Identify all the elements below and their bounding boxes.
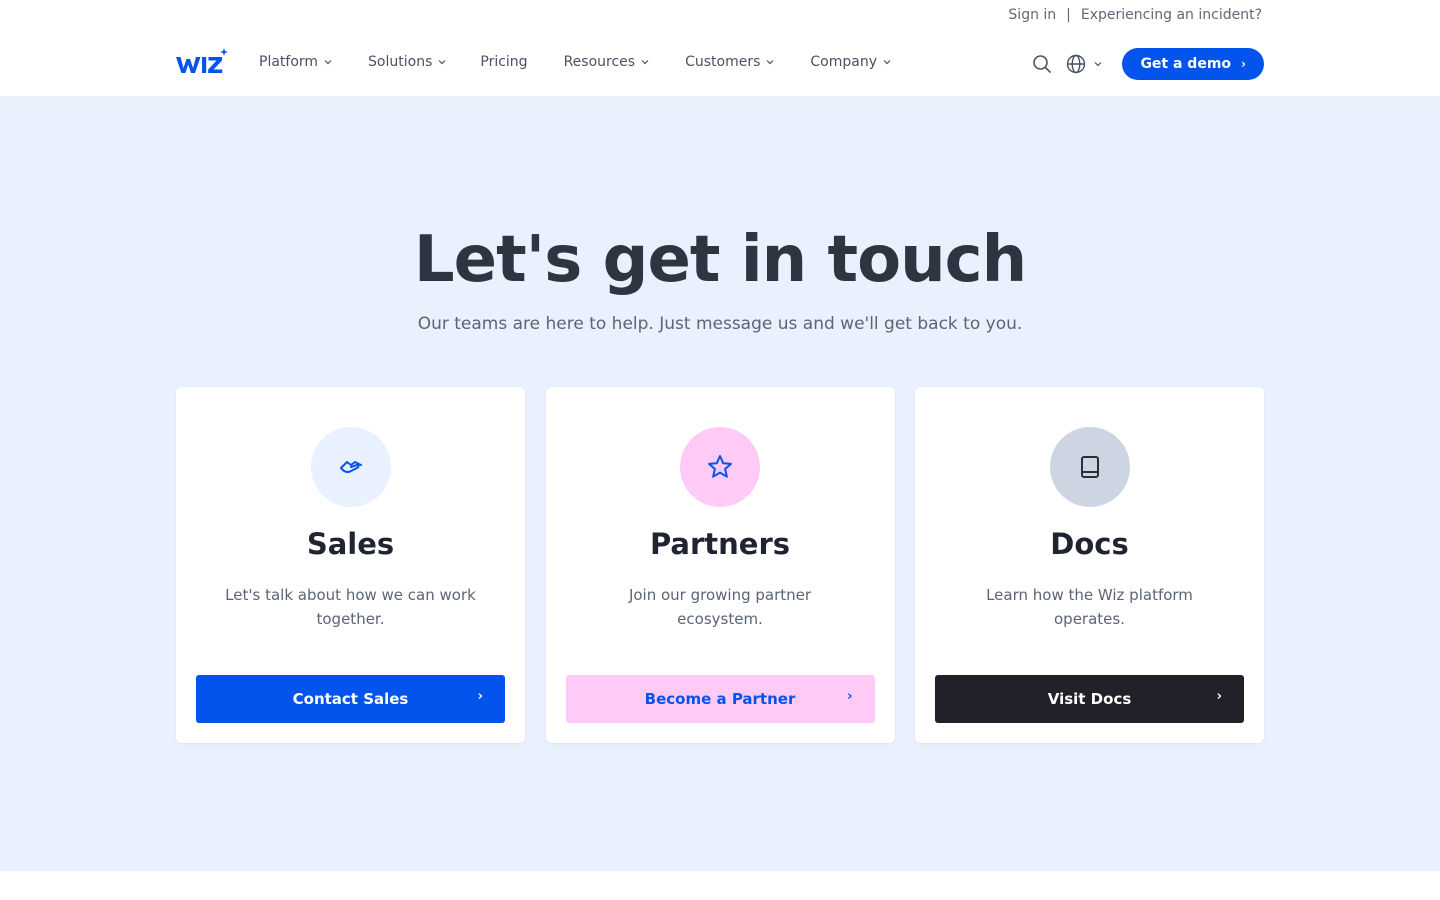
sales-card: Sales Let's talk about how we can work t…: [176, 387, 525, 743]
chevron-right-icon: ›: [477, 689, 483, 704]
chevron-down-icon: [1095, 62, 1102, 67]
card-title: Partners: [649, 527, 791, 561]
nav-item-label: Resources: [563, 54, 636, 70]
card-title: Sales: [306, 527, 395, 561]
chevron-down-icon: [641, 60, 649, 65]
get-demo-button[interactable]: Get a demo ›: [1122, 48, 1264, 80]
nav-item-label: Platform: [259, 54, 319, 70]
chevron-down-icon: [324, 60, 332, 65]
nav-item-label: Company: [810, 54, 877, 70]
partners-icon-badge: [680, 427, 760, 507]
get-demo-label: Get a demo: [1140, 56, 1232, 72]
star-icon: [708, 455, 732, 478]
nav-item-label: Customers: [685, 54, 761, 70]
primary-nav: Platform Solutions Pricing Resources Cus…: [259, 54, 891, 70]
card-title: Docs: [1050, 527, 1129, 561]
card-description: Join our growing partner ecosystem.: [628, 586, 812, 628]
chevron-right-icon: ›: [847, 689, 853, 704]
visit-docs-label: Visit Docs: [1047, 690, 1132, 708]
become-partner-label: Become a Partner: [644, 690, 796, 708]
chevron-down-icon: [438, 60, 446, 65]
nav-item-platform[interactable]: Platform: [259, 54, 332, 70]
search-icon: [1033, 55, 1052, 73]
contact-cards: Sales Let's talk about how we can work t…: [176, 387, 1264, 743]
chevron-down-icon: [883, 60, 891, 65]
chevron-down-icon: [766, 60, 774, 65]
contact-hero: Let's get in touch Our teams are here to…: [0, 97, 1440, 871]
card-description: Learn how the Wiz platform operates.: [986, 586, 1193, 628]
nav-item-label: Pricing: [480, 54, 528, 70]
globe-icon: [1067, 54, 1086, 74]
utility-bar: Sign in | Experiencing an incident?: [0, 0, 1440, 32]
page-title: Let's get in touch: [413, 223, 1027, 297]
contact-sales-label: Contact Sales: [292, 690, 409, 708]
search-button[interactable]: [1030, 52, 1054, 76]
nav-item-resources[interactable]: Resources: [564, 54, 650, 70]
chevron-right-icon: ›: [1241, 57, 1246, 71]
docs-card: Docs Learn how the Wiz platform operates…: [915, 387, 1264, 743]
chevron-right-icon: ›: [1216, 689, 1222, 704]
contact-sales-button[interactable]: Contact Sales ›: [196, 675, 505, 723]
sign-in-link[interactable]: Sign in: [1008, 7, 1056, 23]
partners-card: Partners Join our growing partner ecosys…: [545, 387, 895, 743]
nav-item-company[interactable]: Company: [810, 54, 891, 70]
card-description: Let's talk about how we can work togethe…: [225, 586, 476, 628]
visit-docs-button[interactable]: Visit Docs ›: [935, 675, 1244, 723]
nav-item-pricing[interactable]: Pricing: [480, 54, 527, 70]
handshake-icon: [339, 461, 362, 473]
docs-icon-badge: [1049, 427, 1130, 507]
utility-links: Sign in | Experiencing an incident?: [1008, 7, 1262, 23]
main-nav: Platform Solutions Pricing Resources Cus…: [0, 32, 1440, 97]
nav-item-label: Solutions: [368, 54, 433, 70]
language-selector[interactable]: [1066, 54, 1102, 74]
wiz-logo[interactable]: [176, 48, 228, 76]
wiz-logo-mark: [176, 48, 228, 73]
nav-item-customers[interactable]: Customers: [685, 54, 774, 70]
become-partner-button[interactable]: Become a Partner ›: [565, 675, 875, 723]
book-icon: [1080, 456, 1099, 478]
nav-item-solutions[interactable]: Solutions: [368, 54, 446, 70]
utility-separator: |: [1066, 7, 1071, 23]
sales-icon-badge: [310, 427, 391, 507]
incident-link[interactable]: Experiencing an incident?: [1081, 7, 1262, 23]
nav-actions: Get a demo ›: [1030, 48, 1264, 80]
page-subtitle: Our teams are here to help. Just message…: [417, 314, 1023, 334]
